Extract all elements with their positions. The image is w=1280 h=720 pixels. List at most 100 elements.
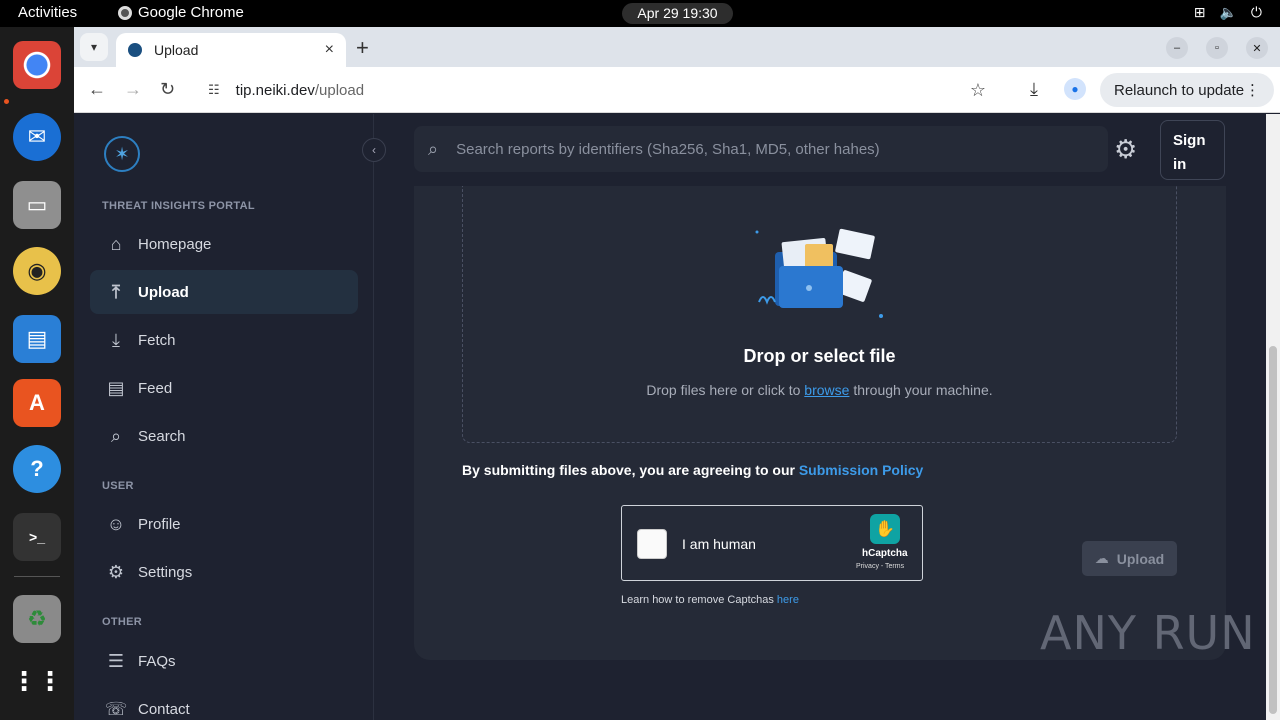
sign-in-button[interactable]: Sign in [1160,120,1225,180]
tab-title: Upload [154,42,199,58]
hcaptcha-widget: I am human ✋ hCaptcha Privacy - Terms [621,505,923,581]
section-portal: THREAT INSIGHTS PORTAL [102,200,255,212]
dropzone-subtitle: Drop files here or click to browse throu… [463,382,1176,398]
tab-search-button[interactable]: ▾ [80,33,108,61]
settings-gear-icon[interactable]: ⚙ [1114,134,1137,165]
captcha-help: Learn how to remove Captchas here [621,594,799,606]
sidebar-item-profile[interactable]: ☺ Profile [90,502,358,546]
site-info-icon[interactable]: ☷ [208,82,220,98]
sidebar-item-label: Homepage [138,235,212,253]
sidebar-item-faqs[interactable]: ☰ FAQs [90,639,358,683]
download-icon[interactable]: ⤓ [1030,79,1038,100]
browser-toolbar: ← → ↻ ☷ tip.neiki.dev/upload ☆ ⤓ ● Relau… [74,67,1280,113]
sidebar-item-label: Contact [138,700,190,718]
terminal-icon[interactable]: >_ [13,513,61,561]
download-icon: ⤓ [112,329,120,350]
hcaptcha-logo-icon: ✋ [870,514,900,544]
cloud-upload-icon: ☁ [1094,550,1109,566]
upload-button[interactable]: ☁ Upload [1082,541,1177,576]
hcaptcha-terms-link[interactable]: Privacy - Terms [856,563,904,570]
collapse-sidebar-button[interactable]: ‹ [362,138,386,162]
portal-logo[interactable]: ✶ [104,136,140,172]
profile-icon: ☺ [106,513,126,534]
hcaptcha-brand: hCaptcha [862,548,908,559]
section-user: USER [102,480,134,492]
anyrun-watermark: ANY RUN [1040,606,1256,660]
rhythmbox-icon[interactable]: ◉ [13,247,61,295]
sidebar-item-search[interactable]: ⌕ Search [90,414,358,458]
browse-link[interactable]: browse [804,382,849,398]
chevron-down-icon: ▾ [90,40,98,54]
browser-tab[interactable]: Upload × [116,33,346,67]
forward-button[interactable]: → [124,79,142,100]
file-dropzone[interactable]: Drop or select file Drop files here or c… [462,186,1177,443]
sidebar-item-fetch[interactable]: ⤓ Fetch [90,318,358,362]
sidebar-item-label: Search [138,427,186,445]
app-center-icon[interactable]: A [13,379,61,427]
back-button[interactable]: ← [88,79,106,100]
contact-icon: ☏ [104,698,128,719]
report-search-bar[interactable]: ⌕ Search reports by identifiers (Sha256,… [414,126,1108,172]
reload-button[interactable]: ↻ [160,79,175,100]
search-icon: ⌕ [428,138,439,159]
close-icon[interactable]: × [325,41,334,59]
files-icon[interactable]: ▭ [13,181,61,229]
trash-icon[interactable]: ♻ [13,595,61,643]
dock: ✉ ▭ ◉ ▤ A ? >_ ♻ ⋮⋮ [0,27,74,720]
active-indicator [4,99,9,104]
network-icon: ⊞ [1193,4,1206,20]
chrome-icon[interactable] [13,41,61,89]
window-close-button[interactable]: ✕ [1246,37,1268,59]
page-scrollbar[interactable] [1266,114,1280,720]
sidebar-item-homepage[interactable]: ⌂ Homepage [90,222,358,266]
sidebar-item-feed[interactable]: ▤ Feed [90,366,358,410]
clock[interactable]: Apr 29 19:30 [622,3,733,24]
search-icon: ⌕ [110,425,122,446]
captcha-checkbox[interactable] [637,529,667,559]
submission-policy-notice: By submitting files above, you are agree… [462,462,923,478]
url-host: tip.neiki.dev [235,81,315,99]
dock-separator [14,576,60,577]
url-path: /upload [314,81,365,99]
bookmark-star-icon[interactable]: ☆ [970,80,986,101]
chevron-left-icon: ‹ [372,143,376,157]
sidebar-item-label: FAQs [138,652,176,670]
thunderbird-icon[interactable]: ✉ [13,113,61,161]
chrome-icon [118,5,132,20]
captcha-help-link[interactable]: here [777,594,799,606]
sidebar-item-settings[interactable]: ⚙ Settings [90,550,358,594]
home-icon: ⌂ [110,233,122,254]
new-tab-button[interactable]: + [356,35,369,61]
dropzone-subtitle-text: Drop files here or click to [646,382,805,398]
address-bar[interactable]: ☷ tip.neiki.dev/upload ☆ [198,73,996,107]
app-name: Google Chrome [138,4,244,21]
show-apps-icon[interactable]: ⋮⋮ [11,657,63,705]
relaunch-button[interactable]: Relaunch to update ⋮ [1100,73,1274,107]
relaunch-label: Relaunch to update [1114,81,1245,99]
help-icon[interactable]: ? [13,445,61,493]
dropzone-title: Drop or select file [743,346,896,366]
feed-icon: ▤ [107,377,125,398]
search-input[interactable]: Search reports by identifiers (Sha256, S… [456,141,880,158]
submission-policy-link[interactable]: Submission Policy [799,462,923,478]
more-menu-icon[interactable]: ⋮ [1245,81,1260,99]
writer-icon[interactable]: ▤ [13,315,61,363]
activities-button[interactable]: Activities [18,4,77,21]
section-other: OTHER [102,616,142,628]
system-tray[interactable]: ⊞ 🔈 ⏻ [1194,4,1262,21]
sidebar-item-label: Feed [138,379,173,397]
policy-text: By submitting files above, you are agree… [462,462,799,478]
sidebar-item-label: Fetch [138,331,176,349]
upload-button-label: Upload [1116,550,1165,567]
scrollbar-thumb[interactable] [1269,346,1277,714]
sidebar-item-upload[interactable]: ⤒ Upload [90,270,358,314]
app-menu[interactable]: Google Chrome [118,4,244,21]
profile-avatar-icon[interactable]: ● [1064,78,1086,100]
power-icon: ⏻ [1250,4,1262,20]
maximize-button[interactable]: ▫ [1206,37,1228,59]
sidebar: ✶ ‹ THREAT INSIGHTS PORTAL ⌂ Homepage ⤒ … [74,114,386,720]
favicon-icon [128,43,142,57]
sidebar-item-contact[interactable]: ☏ Contact [90,687,358,720]
minimize-button[interactable]: – [1166,37,1188,59]
gear-icon: ⚙ [107,561,125,582]
